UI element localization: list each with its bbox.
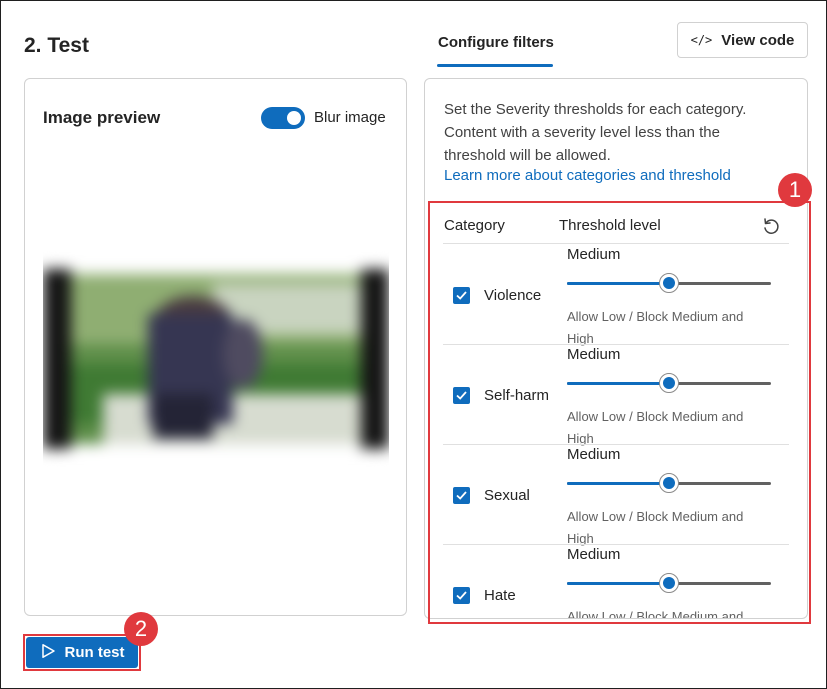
callout-highlight-filters [428, 201, 811, 624]
callout-badge-1: 1 [778, 173, 812, 207]
callout-badge-2: 2 [124, 612, 158, 646]
callout-highlight-run [23, 634, 141, 671]
